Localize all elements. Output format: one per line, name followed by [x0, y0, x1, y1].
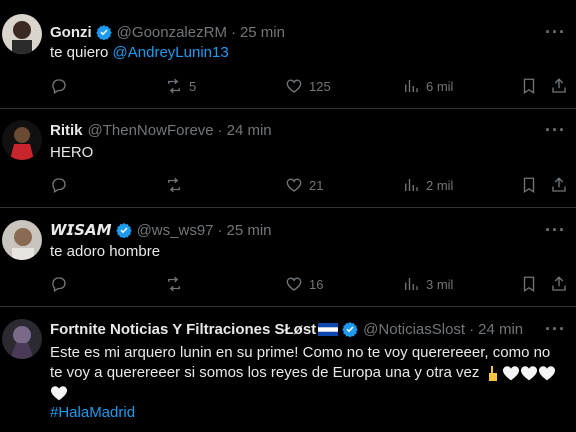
more-options-icon[interactable]: ··· [545, 120, 566, 141]
tweet-header: Fortnite Noticias Y Filtraciones SŁøst @… [50, 319, 523, 339]
tweet-actions: 16 3 mil [50, 275, 566, 295]
share-icon [552, 276, 566, 291]
share-button[interactable] [550, 77, 568, 95]
views-icon [405, 278, 418, 290]
share-button[interactable] [550, 275, 568, 293]
separator-dot: · [230, 23, 236, 41]
like-count: 21 [309, 177, 324, 193]
separator-dot: · [469, 320, 475, 338]
tweet-noticias-slost[interactable]: Fortnite Noticias Y Filtraciones SŁøst @… [0, 307, 576, 432]
tweet-gonzi[interactable]: Gonzi @GoonzalezRM · 25 min ··· te quier… [0, 0, 576, 109]
display-name[interactable]: Fortnite Noticias Y Filtraciones SŁøst [50, 321, 316, 338]
display-name[interactable]: Gonzi [50, 24, 92, 41]
avatar[interactable] [2, 120, 42, 160]
mention-link[interactable]: @AndreyLunin13 [113, 44, 229, 61]
bookmark-button[interactable] [520, 176, 538, 194]
separator-dot: · [217, 221, 223, 239]
bookmark-icon [523, 78, 535, 95]
avatar[interactable] [2, 14, 42, 54]
tweet-text: Este es mi arquero lunin en su prime! Co… [50, 343, 566, 423]
display-name[interactable]: Ritik [50, 122, 83, 139]
bookmark-icon [523, 276, 535, 293]
tweet-text: HERO [50, 144, 94, 161]
timestamp[interactable]: 25 min [227, 222, 272, 239]
tweet-ritik[interactable]: Ritik @ThenNowForeve · 24 min ··· HERO 2… [0, 109, 576, 208]
reply-icon [52, 277, 66, 292]
verified-icon [115, 223, 132, 238]
views-count: 6 mil [426, 78, 454, 94]
handle[interactable]: @GoonzalezRM [117, 24, 227, 41]
el-salvador-flag-icon [318, 322, 339, 336]
display-name[interactable]: 𝙒𝙄𝙎𝘼𝙈 [50, 221, 112, 239]
like-icon [286, 79, 302, 93]
reply-icon [52, 178, 66, 193]
tweet-text-body: te quiero [50, 44, 113, 61]
tweet-wisam[interactable]: 𝙒𝙄𝙎𝘼𝙈 @ws_ws97 · 25 min ··· te adoro hom… [0, 208, 576, 307]
verified-icon [342, 322, 358, 337]
more-options-icon[interactable]: ··· [545, 220, 566, 241]
like-button[interactable]: 21 [285, 176, 323, 194]
reply-button[interactable] [50, 77, 68, 95]
avatar[interactable] [2, 220, 42, 260]
timestamp[interactable]: 24 min [227, 122, 272, 139]
tweet-text-line: Este es mi arquero lunin en su prime! Co… [50, 344, 551, 361]
reply-icon [52, 79, 66, 94]
handle[interactable]: @NoticiasSlost [363, 321, 465, 338]
views-button[interactable]: 2 mil [402, 176, 453, 194]
hashtag-link[interactable]: #HalaMadrid [50, 403, 566, 423]
like-button[interactable]: 125 [285, 77, 331, 95]
handle[interactable]: @ws_ws97 [137, 222, 214, 239]
pointing-up-emoji-icon [488, 366, 497, 382]
share-icon [552, 78, 566, 93]
tweet-header: Gonzi @GoonzalezRM · 25 min [50, 22, 285, 42]
tweet-text-line-content: te voy a querereeer si somos los reyes d… [50, 364, 480, 381]
white-heart-icon [502, 366, 519, 381]
like-count: 125 [309, 78, 331, 94]
white-heart-icon [520, 366, 537, 381]
tweet-actions: 21 2 mil [50, 176, 566, 196]
verified-icon [95, 25, 112, 40]
separator-dot: · [217, 121, 223, 139]
more-options-icon[interactable]: ··· [545, 319, 566, 340]
bookmark-button[interactable] [520, 275, 538, 293]
more-options-icon[interactable]: ··· [545, 22, 566, 43]
tweet-header: 𝙒𝙄𝙎𝘼𝙈 @ws_ws97 · 25 min [50, 220, 272, 240]
tweet-actions: 5 125 6 mil [50, 77, 566, 97]
reply-button[interactable] [50, 176, 68, 194]
views-count: 2 mil [426, 177, 454, 193]
views-icon [405, 80, 418, 92]
like-icon [286, 277, 302, 291]
share-icon [552, 177, 566, 192]
retweet-button[interactable]: 5 [165, 77, 196, 95]
views-button[interactable]: 3 mil [402, 275, 453, 293]
tweet-text-line: te voy a querereeer si somos los reyes d… [50, 363, 566, 383]
handle[interactable]: @ThenNowForeve [88, 122, 214, 139]
like-icon [286, 178, 302, 192]
white-heart-icon [538, 366, 555, 381]
retweet-button[interactable] [165, 275, 183, 293]
avatar[interactable] [2, 319, 42, 359]
bookmark-icon [523, 177, 535, 194]
retweet-icon [168, 78, 180, 94]
timestamp[interactable]: 25 min [240, 24, 285, 41]
views-button[interactable]: 6 mil [402, 77, 453, 95]
reply-button[interactable] [50, 275, 68, 293]
like-count: 16 [309, 276, 324, 292]
tweet-text: te adoro hombre [50, 243, 161, 260]
white-heart-icon [50, 386, 68, 401]
tweet-header: Ritik @ThenNowForeve · 24 min [50, 120, 272, 140]
like-button[interactable]: 16 [285, 275, 323, 293]
retweet-count: 5 [189, 78, 197, 94]
views-icon [405, 179, 418, 191]
retweet-icon [168, 177, 180, 193]
retweet-icon [168, 276, 180, 292]
tweet-text-line [50, 383, 566, 403]
timestamp[interactable]: 24 min [478, 321, 523, 338]
tweet-text: te quiero @AndreyLunin13 [50, 43, 566, 63]
retweet-button[interactable] [165, 176, 183, 194]
bookmark-button[interactable] [520, 77, 538, 95]
share-button[interactable] [550, 176, 568, 194]
views-count: 3 mil [426, 276, 454, 292]
